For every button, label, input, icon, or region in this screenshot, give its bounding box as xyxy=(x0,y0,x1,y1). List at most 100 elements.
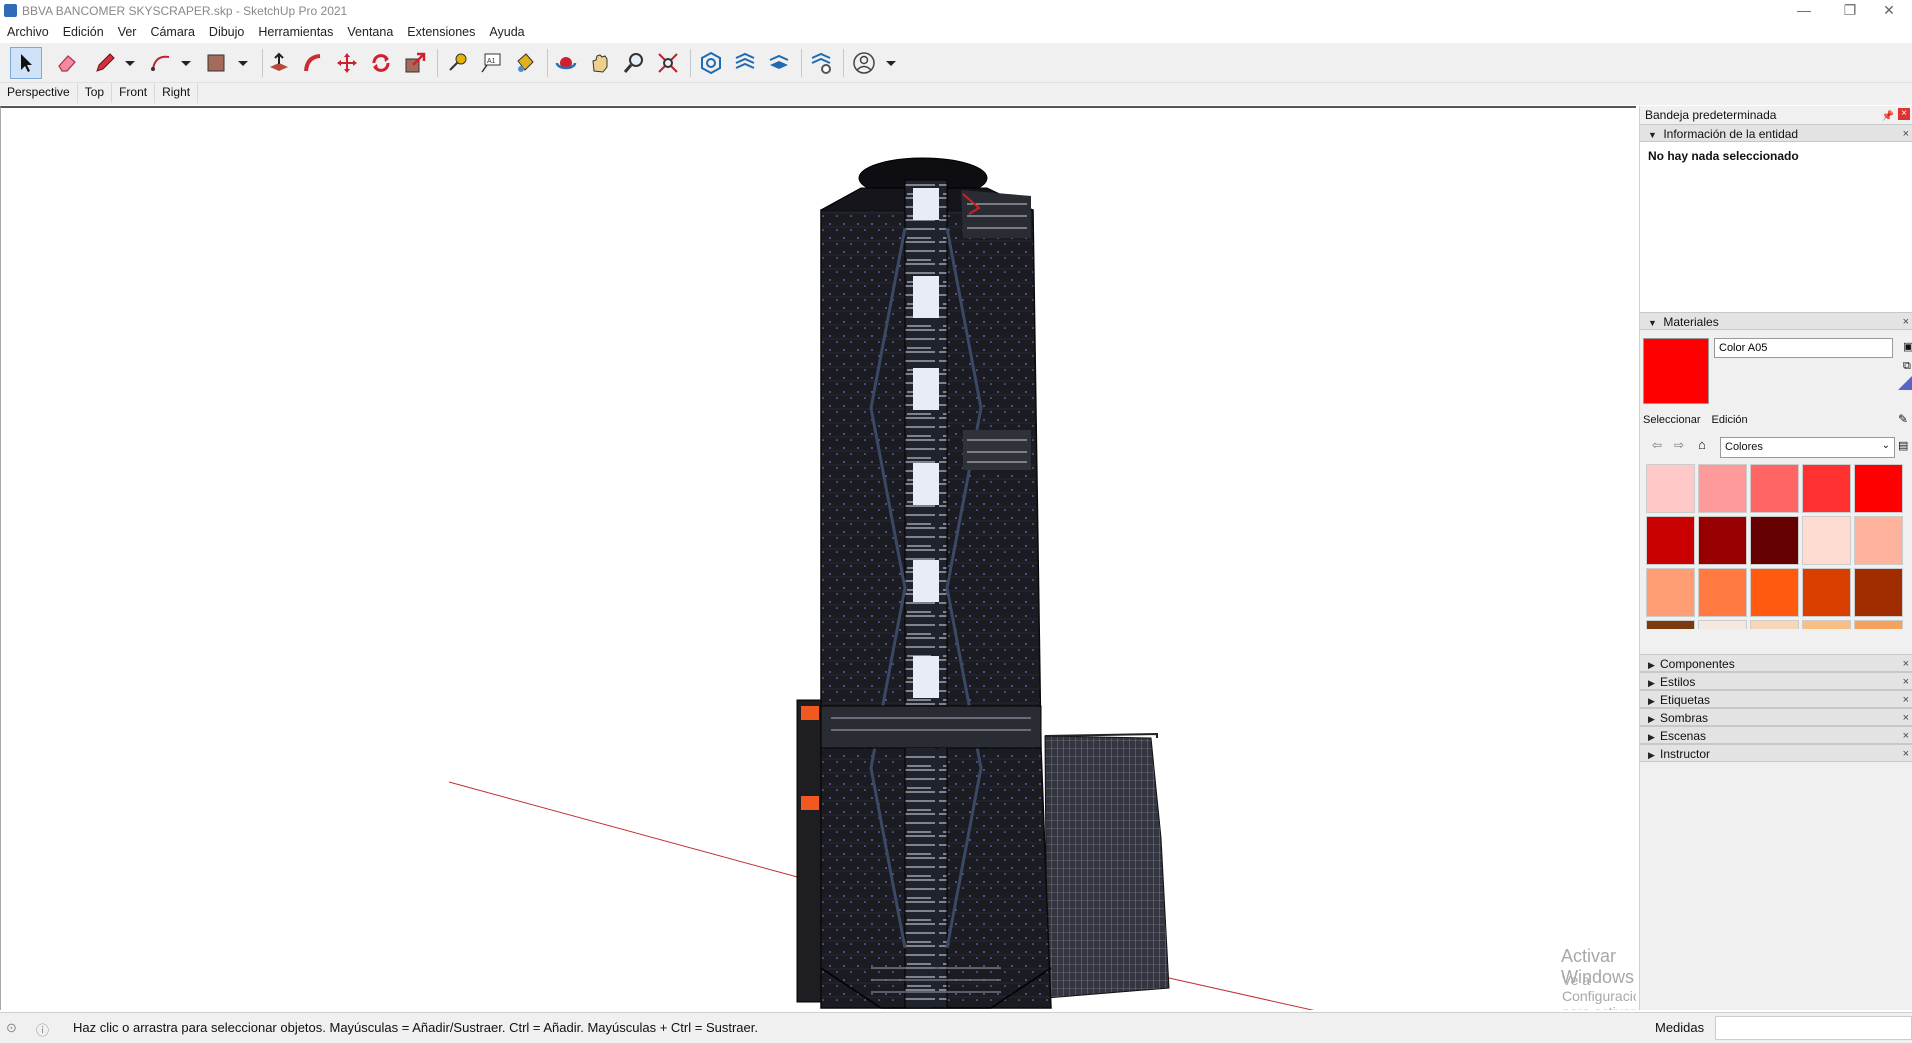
color-swatch[interactable] xyxy=(1802,568,1851,617)
extension-warehouse-icon[interactable] xyxy=(729,47,761,79)
color-swatch[interactable] xyxy=(1750,516,1799,565)
paint-bucket-icon[interactable] xyxy=(509,47,541,79)
materials-header[interactable]: ▼ Materiales × xyxy=(1640,312,1912,330)
scene-tab-front[interactable]: Front xyxy=(112,83,156,103)
info-icon[interactable]: ⓘ xyxy=(36,1020,49,1039)
library-select[interactable]: Colores ⌄ xyxy=(1720,437,1895,458)
color-swatch[interactable] xyxy=(1750,568,1799,617)
display-secondary-icon[interactable] xyxy=(1898,374,1912,390)
account-dropdown-icon[interactable] xyxy=(886,61,896,66)
panel-header-componentes[interactable]: ▶ Componentes × xyxy=(1640,654,1912,672)
toolbar-separator xyxy=(843,49,844,77)
color-swatch[interactable] xyxy=(1698,516,1747,565)
menu-ayuda[interactable]: Ayuda xyxy=(482,22,531,39)
create-material-icon[interactable]: ⧉ xyxy=(1903,360,1911,373)
color-swatch[interactable] xyxy=(1698,620,1747,629)
arc-icon[interactable] xyxy=(145,47,177,79)
panel-header-etiquetas[interactable]: ▶ Etiquetas × xyxy=(1640,690,1912,708)
color-swatch[interactable] xyxy=(1854,516,1903,565)
model-viewport[interactable]: Activar Windows Ve a Configuración para … xyxy=(0,106,1636,1010)
back-arrow-icon[interactable]: ⇦ xyxy=(1652,438,1662,452)
extension-manager-icon[interactable] xyxy=(805,47,837,79)
geo-location-icon[interactable]: ⊙ xyxy=(6,1020,17,1036)
menu-dibujo[interactable]: Dibujo xyxy=(202,22,251,39)
orbit-icon[interactable] xyxy=(550,47,582,79)
scene-tab-perspective[interactable]: Perspective xyxy=(0,83,78,103)
color-swatch[interactable] xyxy=(1750,464,1799,513)
menu-ver[interactable]: Ver xyxy=(111,22,144,39)
color-swatch[interactable] xyxy=(1854,620,1903,629)
color-swatch[interactable] xyxy=(1854,464,1903,513)
details-icon[interactable]: ▤ xyxy=(1898,439,1908,452)
pan-icon[interactable] xyxy=(584,47,616,79)
color-swatch[interactable] xyxy=(1646,464,1695,513)
scene-tab-right[interactable]: Right xyxy=(155,83,199,103)
text-icon[interactable]: A1 xyxy=(475,47,507,79)
color-swatch[interactable] xyxy=(1646,568,1695,617)
panel-close-icon[interactable]: × xyxy=(1903,691,1909,709)
entity-info-header[interactable]: ▼ Información de la entidad × xyxy=(1640,124,1912,142)
menu-ventana[interactable]: Ventana xyxy=(340,22,400,39)
panel-header-estilos[interactable]: ▶ Estilos × xyxy=(1640,672,1912,690)
entity-info-status: No hay nada seleccionado xyxy=(1648,149,1799,163)
panel-close-icon[interactable]: × xyxy=(1903,745,1909,763)
panel-close-icon[interactable]: × xyxy=(1903,655,1909,673)
color-swatch[interactable] xyxy=(1646,516,1695,565)
color-swatch[interactable] xyxy=(1750,620,1799,629)
scale-icon[interactable] xyxy=(399,47,431,79)
pencil-dropdown-icon[interactable] xyxy=(125,61,135,66)
panel-close-icon[interactable]: × xyxy=(1903,673,1909,691)
move-icon[interactable] xyxy=(331,47,363,79)
push-pull-icon[interactable] xyxy=(263,47,295,79)
tab-seleccionar[interactable]: Seleccionar xyxy=(1643,414,1700,426)
follow-me-icon[interactable] xyxy=(297,47,329,79)
color-swatch-grid xyxy=(1646,464,1909,629)
menu-edicion[interactable]: Edición xyxy=(56,22,111,39)
material-name-field[interactable] xyxy=(1714,338,1893,358)
layout-icon[interactable] xyxy=(763,47,795,79)
sample-paint-icon[interactable]: ▣ xyxy=(1903,340,1912,353)
arc-dropdown-icon[interactable] xyxy=(181,61,191,66)
current-material-swatch[interactable] xyxy=(1643,338,1709,404)
rectangle-icon[interactable] xyxy=(200,47,232,79)
scene-tab-top[interactable]: Top xyxy=(78,83,113,103)
forward-arrow-icon[interactable]: ⇨ xyxy=(1674,438,1684,452)
close-button[interactable]: ✕ xyxy=(1866,0,1912,22)
select-icon[interactable] xyxy=(10,47,42,79)
menu-camara[interactable]: Cámara xyxy=(143,22,201,39)
color-swatch[interactable] xyxy=(1646,620,1695,629)
tray-close-icon[interactable]: × xyxy=(1898,108,1910,120)
eraser-icon[interactable] xyxy=(51,47,83,79)
panel-close-icon[interactable]: × xyxy=(1903,125,1909,143)
tab-edicion[interactable]: Edición xyxy=(1712,414,1748,426)
tray-title-label: Bandeja predeterminada xyxy=(1645,108,1777,122)
panel-header-sombras[interactable]: ▶ Sombras × xyxy=(1640,708,1912,726)
measurements-input[interactable] xyxy=(1715,1016,1912,1040)
panel-header-instructor[interactable]: ▶ Instructor × xyxy=(1640,744,1912,762)
color-swatch[interactable] xyxy=(1698,568,1747,617)
menu-herramientas[interactable]: Herramientas xyxy=(251,22,340,39)
color-swatch[interactable] xyxy=(1854,568,1903,617)
eyedropper-icon[interactable]: ✎ xyxy=(1898,412,1908,426)
menu-archivo[interactable]: Archivo xyxy=(0,22,56,39)
rotate-icon[interactable] xyxy=(365,47,397,79)
pencil-icon[interactable] xyxy=(89,47,121,79)
minimize-button[interactable]: — xyxy=(1781,0,1827,22)
color-swatch[interactable] xyxy=(1802,620,1851,629)
rectangle-dropdown-icon[interactable] xyxy=(238,61,248,66)
color-swatch[interactable] xyxy=(1802,516,1851,565)
home-icon[interactable]: ⌂ xyxy=(1698,437,1706,452)
menu-extensiones[interactable]: Extensiones xyxy=(400,22,482,39)
warehouse-icon[interactable] xyxy=(695,47,727,79)
panel-close-icon[interactable]: × xyxy=(1903,727,1909,745)
tape-measure-icon[interactable] xyxy=(441,47,473,79)
panel-close-icon[interactable]: × xyxy=(1903,709,1909,727)
panel-header-escenas[interactable]: ▶ Escenas × xyxy=(1640,726,1912,744)
account-icon[interactable] xyxy=(848,47,880,79)
panel-title: Escenas xyxy=(1660,729,1707,743)
zoom-extents-icon[interactable] xyxy=(652,47,684,79)
panel-close-icon[interactable]: × xyxy=(1903,313,1909,331)
color-swatch[interactable] xyxy=(1698,464,1747,513)
zoom-icon[interactable] xyxy=(618,47,650,79)
color-swatch[interactable] xyxy=(1802,464,1851,513)
